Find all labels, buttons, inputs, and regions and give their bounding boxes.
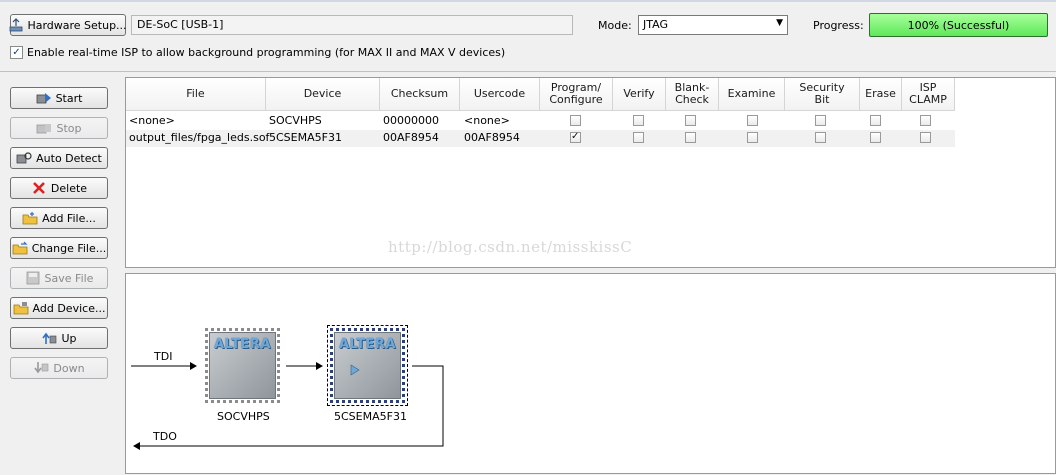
column-header-verify[interactable]: Verify <box>613 78 666 111</box>
checkmark-icon: ✓ <box>12 47 21 58</box>
save-file-button-label: Save File <box>44 271 94 285</box>
cell-usercode: <none> <box>464 114 510 127</box>
add-file-button-label: Add File... <box>42 211 96 225</box>
up-button[interactable]: Up <box>10 327 108 349</box>
auto-detect-button[interactable]: Auto Detect <box>10 147 108 169</box>
column-header-usercode[interactable]: Usercode <box>460 78 540 111</box>
change-file-button[interactable]: Change File... <box>10 237 108 259</box>
examine-checkbox[interactable] <box>747 115 758 126</box>
add-file-icon <box>22 211 38 225</box>
cell-device: 5CSEMA5F31 <box>269 131 342 144</box>
blank-check-checkbox[interactable] <box>685 115 696 126</box>
device-label-5csema5f31: 5CSEMA5F31 <box>334 410 407 423</box>
erase-checkbox[interactable] <box>870 115 881 126</box>
cell-device: SOCVHPS <box>269 114 322 127</box>
delete-x-icon <box>31 181 47 195</box>
verify-checkbox[interactable] <box>633 132 644 143</box>
cell-usercode: 00AF8954 <box>464 131 520 144</box>
altera-logo: ALTERA <box>213 337 271 352</box>
isp-checkbox-label: Enable real-time ISP to allow background… <box>27 46 506 59</box>
chip-body: ALTERA <box>334 332 401 399</box>
stop-button[interactable]: Stop <box>10 117 108 139</box>
sidebar: Start Stop Auto Detect Delete Add File..… <box>0 76 120 474</box>
examine-checkbox[interactable] <box>747 132 758 143</box>
progress-bar: 100% (Successful) <box>869 13 1048 37</box>
column-header-examine[interactable]: Examine <box>719 78 785 111</box>
add-device-button-label: Add Device... <box>32 301 106 315</box>
start-button-label: Start <box>55 91 83 105</box>
tdo-label: TDO <box>153 430 177 443</box>
chip-body: ALTERA <box>209 332 276 399</box>
isp-clamp-checkbox[interactable] <box>920 132 931 143</box>
add-device-button[interactable]: Add Device... <box>10 297 108 319</box>
hardware-setup-label: Hardware Setup... <box>27 18 127 32</box>
change-file-icon <box>12 241 28 255</box>
erase-checkbox[interactable] <box>870 132 881 143</box>
verify-checkbox[interactable] <box>633 115 644 126</box>
play-arrow-icon <box>350 364 360 376</box>
programming-table: File Device Checksum Usercode Program/ C… <box>125 77 1056 268</box>
device-chip-5csema5f31[interactable]: ALTERA <box>327 325 408 406</box>
column-header-checksum[interactable]: Checksum <box>380 78 460 111</box>
add-device-icon <box>13 301 29 315</box>
chevron-down-icon: ▼ <box>776 18 783 28</box>
toolbar-separator <box>0 71 1056 72</box>
column-header-erase[interactable]: Erase <box>860 78 902 111</box>
device-chip-socvhps[interactable]: ALTERA <box>205 328 280 403</box>
blank-check-checkbox[interactable] <box>685 132 696 143</box>
column-header-isp-clamp[interactable]: ISP CLAMP <box>902 78 955 111</box>
start-icon <box>36 91 52 105</box>
jtag-chain-diagram: TDI TDO ALTERA SOCVHPS ALTERA 5CSEMA5F31 <box>125 273 1056 474</box>
down-icon <box>33 361 49 375</box>
cell-file: <none> <box>129 114 175 127</box>
hardware-setup-button[interactable]: Hardware Setup... <box>9 14 127 36</box>
cell-file: output_files/fpga_leds.sof <box>129 131 270 144</box>
column-header-device[interactable]: Device <box>266 78 380 111</box>
program-configure-checkbox[interactable] <box>570 115 581 126</box>
down-button[interactable]: Down <box>10 357 108 379</box>
table-row[interactable]: output_files/fpga_leds.sof 5CSEMA5F31 00… <box>126 130 955 147</box>
progress-text: 100% (Successful) <box>907 18 1010 32</box>
mode-select[interactable]: JTAG ▼ <box>638 15 788 35</box>
stop-button-label: Stop <box>56 121 82 135</box>
delete-button-label: Delete <box>50 181 88 195</box>
hardware-setup-icon <box>9 18 23 32</box>
save-file-button[interactable]: Save File <box>10 267 108 289</box>
down-button-label: Down <box>53 361 85 375</box>
checkmark-icon: ✓ <box>571 131 580 142</box>
auto-detect-icon <box>16 151 32 165</box>
altera-logo: ALTERA <box>338 337 396 352</box>
column-header-program-configure[interactable]: Program/ Configure <box>540 78 613 111</box>
column-header-file[interactable]: File <box>126 78 266 111</box>
table-row[interactable]: <none> SOCVHPS 00000000 <none> <box>126 113 955 130</box>
up-button-label: Up <box>61 331 77 345</box>
cell-checksum: 00000000 <box>383 114 439 127</box>
watermark-text: http://blog.csdn.net/misskissC <box>388 238 633 256</box>
delete-button[interactable]: Delete <box>10 177 108 199</box>
save-file-icon <box>25 271 41 285</box>
add-file-button[interactable]: Add File... <box>10 207 108 229</box>
cell-checksum: 00AF8954 <box>383 131 439 144</box>
security-bit-checkbox[interactable] <box>815 115 826 126</box>
device-label-socvhps: SOCVHPS <box>217 410 270 423</box>
security-bit-checkbox[interactable] <box>815 132 826 143</box>
column-header-security-bit[interactable]: Security Bit <box>785 78 860 111</box>
column-header-blank-check[interactable]: Blank- Check <box>666 78 719 111</box>
up-icon <box>41 331 57 345</box>
start-button[interactable]: Start <box>10 87 108 109</box>
change-file-button-label: Change File... <box>31 241 107 255</box>
mode-label: Mode: <box>598 19 632 32</box>
program-configure-checkbox[interactable]: ✓ <box>570 131 581 143</box>
isp-clamp-checkbox[interactable] <box>920 115 931 126</box>
isp-checkbox[interactable]: ✓ <box>10 46 23 59</box>
tdi-label: TDI <box>154 350 173 363</box>
hardware-field: DE-SoC [USB-1] <box>131 15 573 35</box>
stop-icon <box>36 121 52 135</box>
progress-label: Progress: <box>813 19 864 32</box>
auto-detect-button-label: Auto Detect <box>36 151 102 165</box>
window-top-border <box>0 0 1056 2</box>
mode-select-value: JTAG <box>643 18 668 31</box>
